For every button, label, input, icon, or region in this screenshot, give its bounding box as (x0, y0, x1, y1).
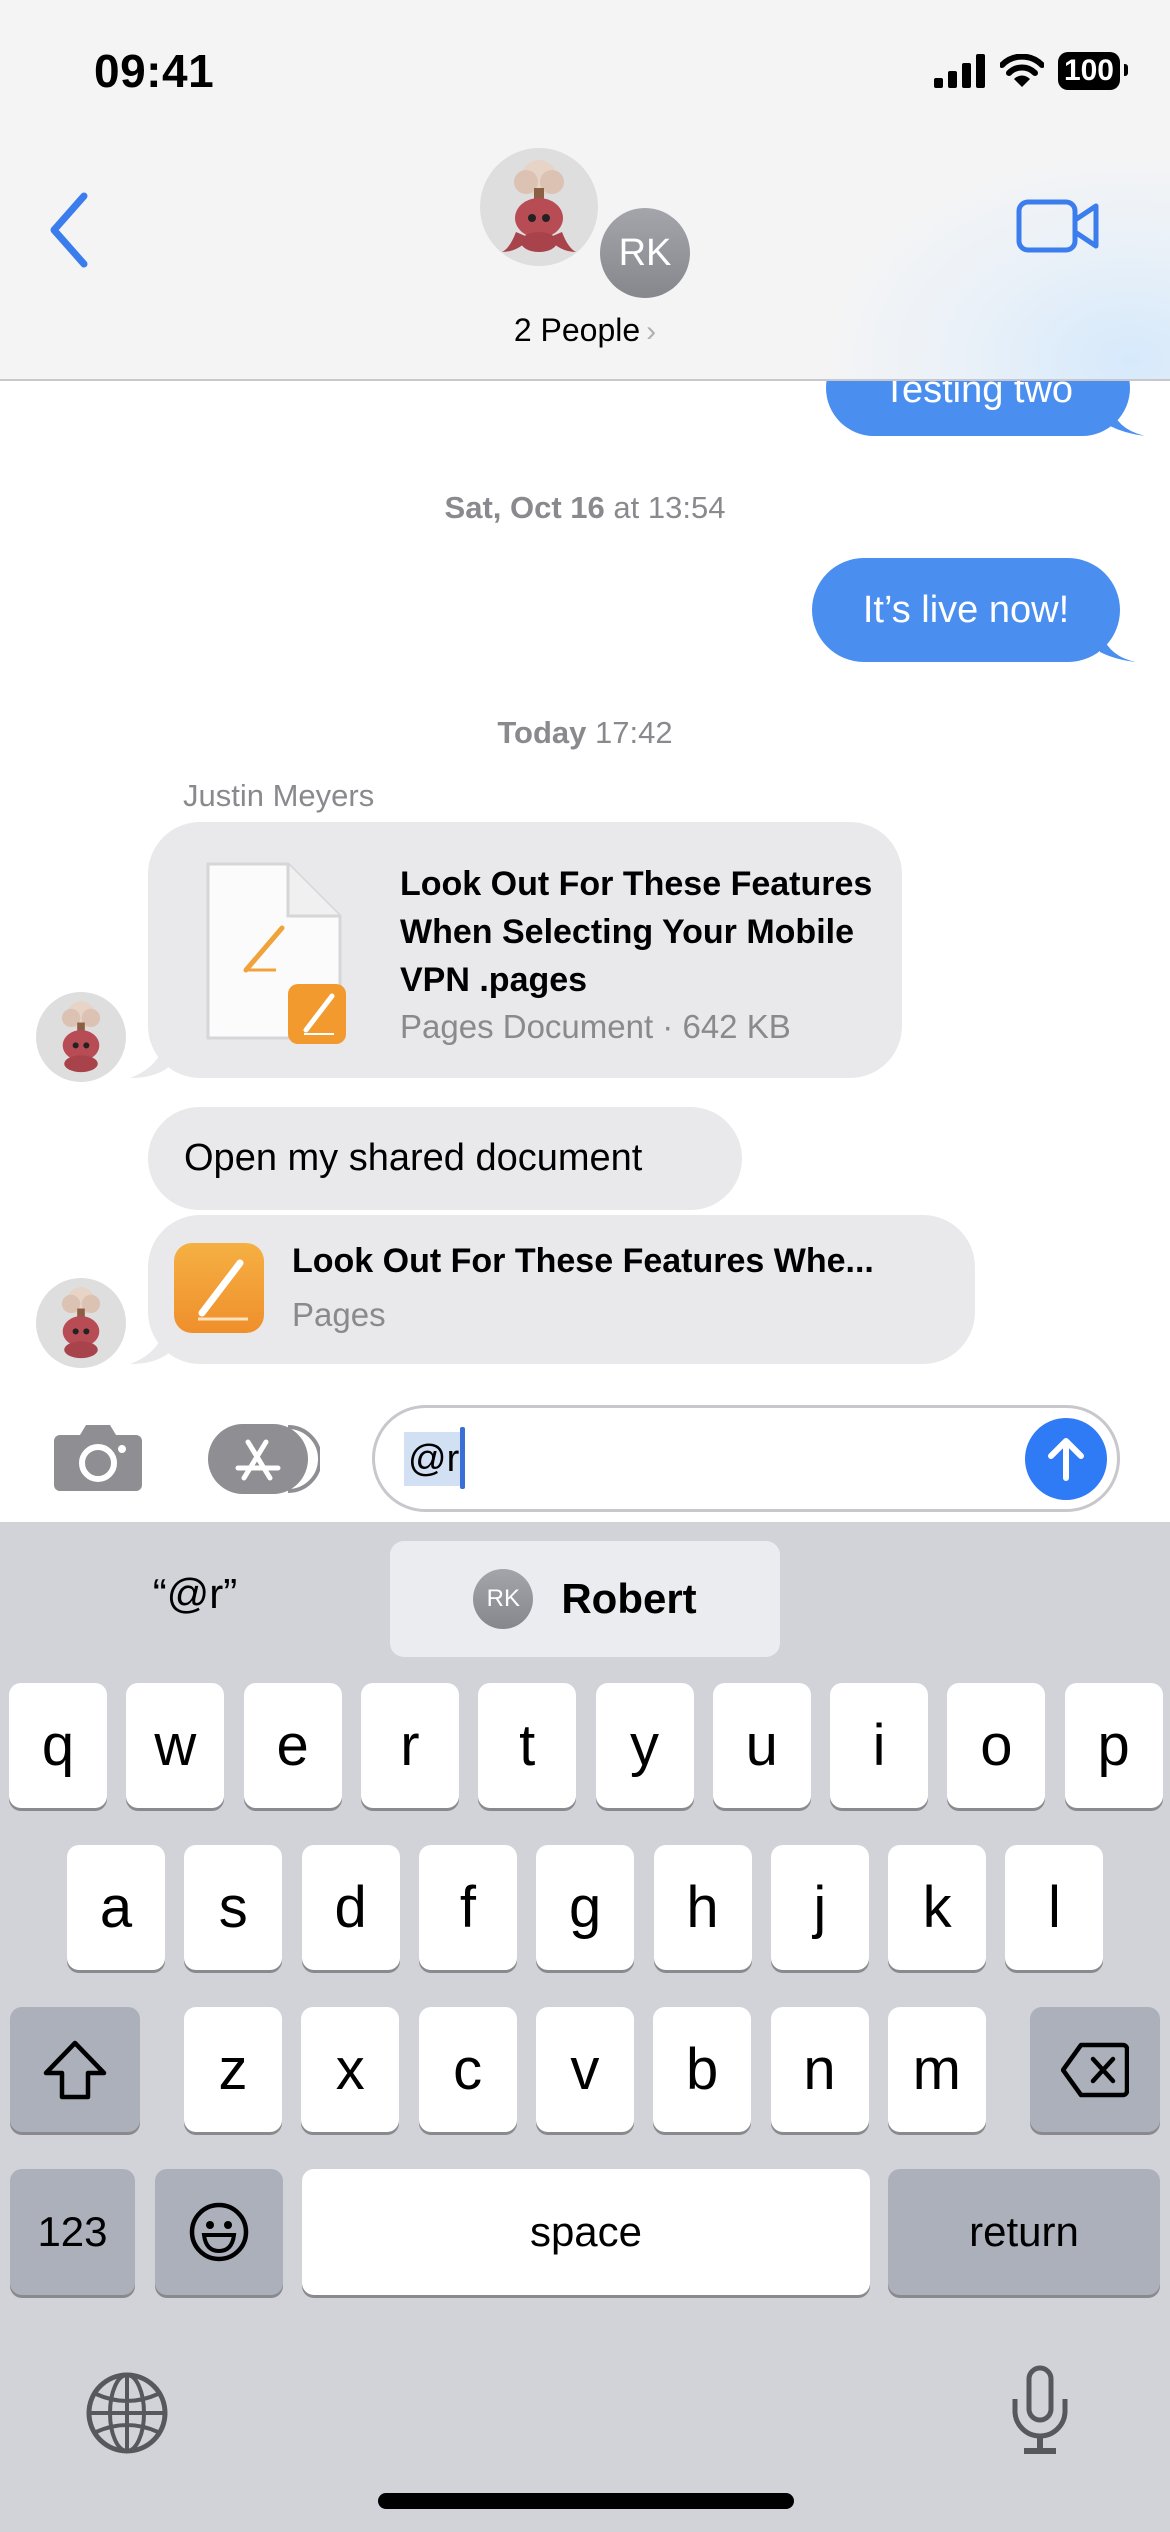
memoji-octopus-icon (502, 160, 576, 252)
bubble-tail (130, 1036, 170, 1078)
key-w[interactable]: w (126, 1683, 225, 1808)
key-d[interactable]: d (301, 1845, 400, 1970)
chevron-right-icon: › (646, 315, 657, 348)
space-key[interactable]: space (302, 2169, 870, 2295)
app-store-button[interactable] (208, 1424, 322, 1494)
bubble-tail (1100, 628, 1136, 662)
suggestion-literal[interactable]: “@r” (80, 1570, 310, 1618)
link-preview-bubble[interactable] (148, 1215, 975, 1364)
pages-app-icon (174, 1243, 264, 1333)
key-s[interactable]: s (184, 1845, 283, 1970)
wifi-icon (999, 54, 1044, 87)
back-button[interactable] (44, 190, 94, 270)
bubble-tail (1110, 404, 1146, 436)
link-title: Look Out For These Features Whe... (292, 1242, 874, 1280)
group-avatar-memoji[interactable] (480, 148, 598, 266)
video-camera-icon (1016, 199, 1099, 253)
timestamp: Sat, Oct 16 at 13:54 (0, 490, 1170, 526)
key-l[interactable]: l (1005, 1845, 1104, 1970)
key-k[interactable]: k (888, 1845, 987, 1970)
home-indicator (378, 2493, 794, 2509)
key-r[interactable]: r (360, 1683, 459, 1808)
participants-label: 2 People (513, 312, 641, 348)
status-time: 09:41 (94, 45, 215, 97)
key-x[interactable]: x (301, 2007, 400, 2132)
timestamp-time: at 13:54 (613, 490, 726, 525)
emoji-key[interactable] (155, 2169, 283, 2295)
dictation-button[interactable] (1010, 2365, 1070, 2457)
key-j[interactable]: j (770, 1845, 869, 1970)
return-key[interactable]: return (888, 2169, 1160, 2295)
shift-key[interactable] (10, 2007, 140, 2132)
signal-icon (933, 54, 985, 88)
send-button[interactable] (1025, 1418, 1107, 1500)
participants-button[interactable]: 2 People › (0, 312, 1170, 349)
microphone-icon (1012, 2365, 1068, 2454)
emoji-icon (189, 2202, 249, 2262)
globe-button[interactable] (84, 2370, 170, 2456)
document-subtitle: Pages Document · 642 KB (400, 1008, 791, 1045)
key-i[interactable]: i (830, 1683, 929, 1808)
key-t[interactable]: t (478, 1683, 577, 1808)
timestamp-day: Today (497, 715, 587, 750)
conversation-header: 09:41 100 RK 2 People › (0, 0, 1170, 381)
memoji-octopus-icon (61, 1001, 101, 1073)
key-n[interactable]: n (770, 2007, 869, 2132)
key-f[interactable]: f (418, 1845, 517, 1970)
message-bubble-outgoing[interactable]: It’s live now! (812, 558, 1120, 662)
arrow-up-icon (1048, 1438, 1084, 1481)
key-y[interactable]: y (595, 1683, 694, 1808)
mention-avatar: RK (473, 1569, 534, 1629)
battery-indicator: 100 (1057, 52, 1129, 90)
numbers-key[interactable]: 123 (10, 2169, 135, 2295)
key-q[interactable]: q (9, 1683, 107, 1808)
key-b[interactable]: b (653, 2007, 752, 2132)
facetime-video-button[interactable] (1016, 196, 1100, 256)
message-bubble-incoming[interactable]: Open my shared document (148, 1107, 742, 1210)
key-p[interactable]: p (1064, 1683, 1163, 1808)
document-title: Look Out For These Features When Selecti… (400, 865, 873, 999)
bubble-tail (130, 1322, 170, 1364)
key-v[interactable]: v (535, 2007, 634, 2132)
chevron-left-icon (50, 192, 88, 268)
pages-document-icon (206, 862, 346, 1044)
mention-suggestion[interactable]: RK Robert (390, 1541, 780, 1657)
timestamp-time: 17:42 (595, 715, 673, 750)
key-e[interactable]: e (243, 1683, 342, 1808)
key-m[interactable]: m (887, 2007, 986, 2132)
camera-icon (54, 1425, 142, 1491)
key-o[interactable]: o (947, 1683, 1046, 1808)
key-h[interactable]: h (653, 1845, 752, 1970)
key-a[interactable]: a (67, 1845, 165, 1970)
key-u[interactable]: u (712, 1683, 811, 1808)
participant-avatar[interactable]: RK (600, 208, 690, 298)
sender-name: Justin Meyers (183, 778, 375, 813)
sender-avatar[interactable] (36, 992, 126, 1082)
sender-avatar[interactable] (36, 1278, 126, 1368)
message-input-value[interactable]: @r (404, 1432, 464, 1486)
timestamp: Today 17:42 (0, 715, 1170, 751)
mention-name: Robert (561, 1575, 697, 1622)
globe-icon (86, 2372, 168, 2454)
status-icons: 100 (933, 52, 1129, 90)
key-c[interactable]: c (418, 2007, 517, 2132)
app-store-icon (208, 1424, 322, 1494)
delete-icon (1061, 2042, 1129, 2097)
text-cursor (460, 1427, 465, 1489)
link-subtitle: Pages (292, 1296, 386, 1333)
shift-icon (43, 2040, 107, 2099)
camera-button[interactable] (52, 1421, 144, 1493)
message-input[interactable] (372, 1405, 1120, 1512)
message-text: Open my shared document (184, 1137, 643, 1179)
delete-key[interactable] (1030, 2007, 1160, 2132)
timestamp-day: Sat, Oct 16 (444, 490, 605, 525)
key-g[interactable]: g (536, 1845, 635, 1970)
memoji-octopus-icon (61, 1287, 101, 1359)
message-text: It’s live now! (862, 588, 1070, 631)
key-z[interactable]: z (184, 2007, 282, 2132)
